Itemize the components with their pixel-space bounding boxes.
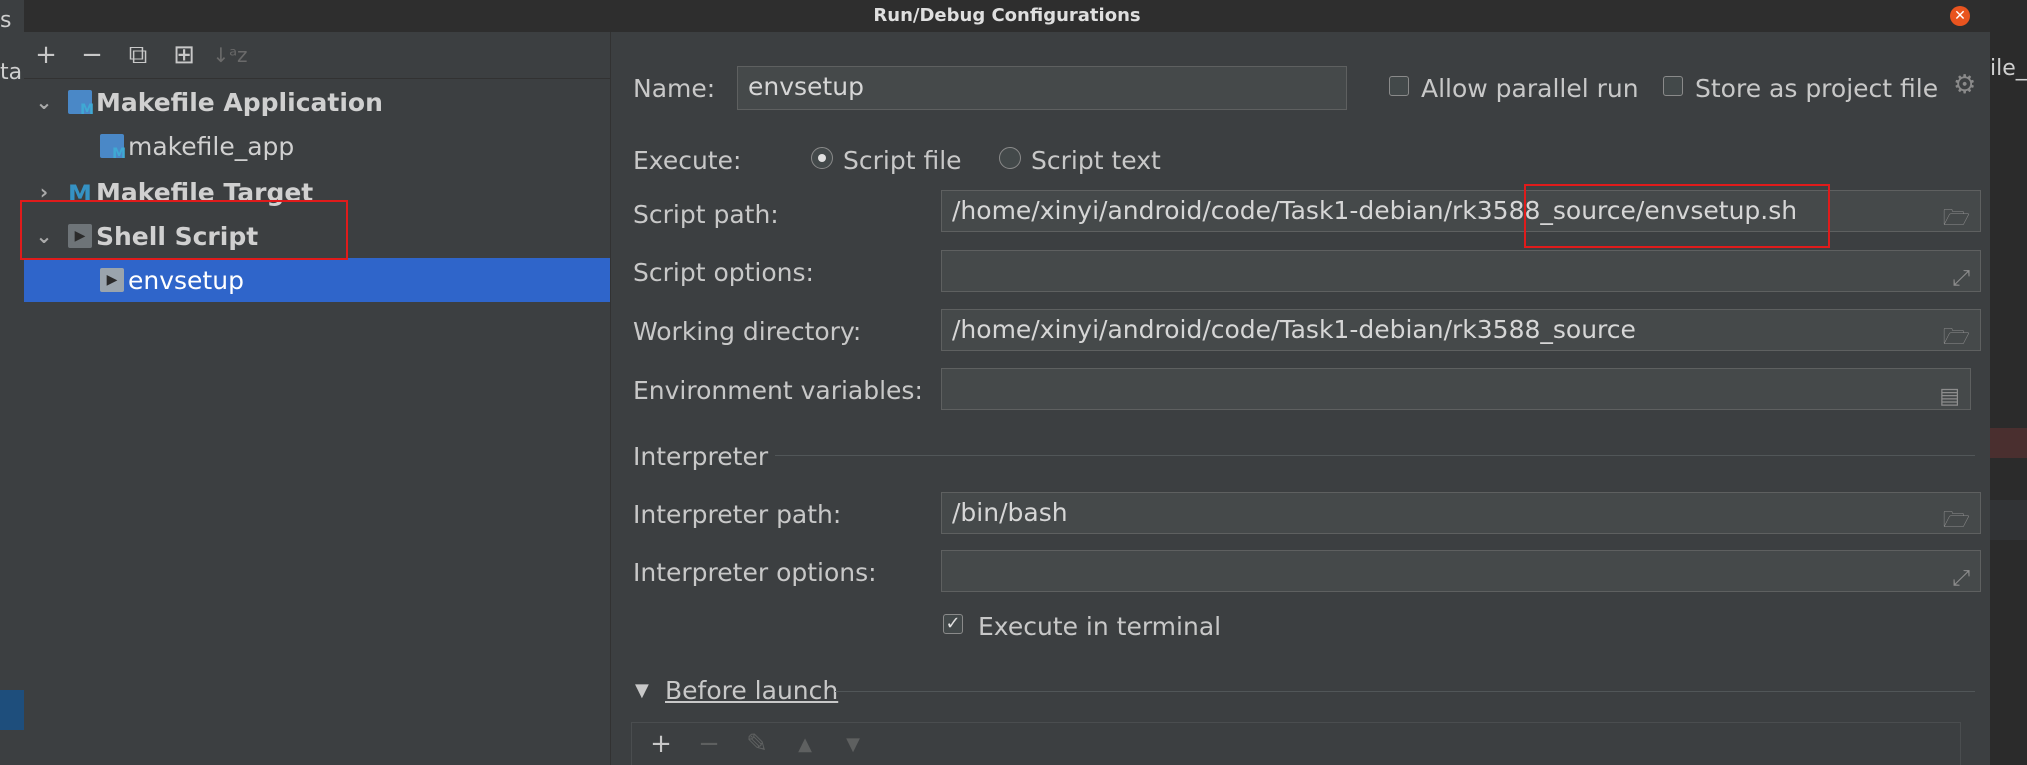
- triangle-down-icon[interactable]: ▼: [635, 680, 649, 701]
- makefile-icon: [100, 134, 126, 162]
- sort-icon[interactable]: ↓ᵃz: [212, 39, 247, 71]
- expand-icon[interactable]: ⤢: [1952, 559, 1970, 591]
- background-text-fragment: s: [0, 8, 12, 33]
- makefile-icon: [68, 90, 94, 118]
- tree-item-makefile-app[interactable]: makefile_app: [24, 124, 610, 168]
- interpreter-options-field[interactable]: ⤢: [941, 550, 1981, 592]
- section-divider: [835, 691, 1975, 692]
- folder-icon[interactable]: 🗁: [1943, 199, 1970, 231]
- name-field[interactable]: envsetup: [737, 66, 1347, 110]
- run-debug-dialog: Run/Debug Configurations ✕ + − ⧉ ⊞ ↓ᵃz ⌄…: [20, 0, 1990, 765]
- interpreter-options-label: Interpreter options:: [633, 558, 877, 587]
- add-icon[interactable]: +: [646, 729, 676, 759]
- move-up-icon[interactable]: ▲: [790, 734, 820, 755]
- background-editor-left: [0, 0, 24, 765]
- new-folder-icon[interactable]: ⊞: [168, 39, 200, 71]
- tree-item-label: Makefile Application: [96, 87, 383, 117]
- shell-script-icon: ▶: [100, 268, 124, 292]
- before-launch-toolbar: + − ✎ ▲ ▼: [631, 722, 1961, 765]
- execute-in-terminal-label[interactable]: Execute in terminal: [978, 612, 1221, 641]
- interpreter-path-field[interactable]: /bin/bash 🗁: [941, 492, 1981, 534]
- gear-icon[interactable]: ⚙: [1953, 70, 1976, 100]
- interpreter-section-title: Interpreter: [633, 442, 769, 471]
- script-file-radio[interactable]: [811, 147, 833, 169]
- chevron-down-icon[interactable]: ⌄: [34, 90, 54, 114]
- tree-toolbar: + − ⧉ ⊞ ↓ᵃz: [24, 32, 610, 79]
- move-down-icon[interactable]: ▼: [838, 734, 868, 755]
- working-directory-value: /home/xinyi/android/code/Task1-debian/rk…: [952, 315, 1636, 344]
- highlight-box-script-filename: [1524, 184, 1830, 248]
- remove-icon[interactable]: −: [76, 39, 108, 71]
- tree-item-makefile-application[interactable]: ⌄ Makefile Application: [24, 80, 610, 124]
- configuration-form: Name: envsetup Allow parallel run Store …: [611, 32, 1990, 765]
- before-launch-title[interactable]: Before launch: [665, 676, 838, 705]
- folder-icon[interactable]: 🗁: [1943, 501, 1970, 533]
- highlight-box-shell-script: [20, 200, 348, 260]
- tree-item-label: makefile_app: [128, 131, 295, 161]
- environment-variables-field[interactable]: ▤: [941, 368, 1971, 410]
- script-file-label[interactable]: Script file: [843, 146, 962, 175]
- add-icon[interactable]: +: [30, 39, 62, 71]
- background-editor-right: ile_: [1990, 0, 2027, 765]
- allow-parallel-run-checkbox[interactable]: [1389, 76, 1409, 96]
- execute-in-terminal-checkbox[interactable]: ✓: [943, 614, 963, 634]
- copy-icon[interactable]: ⧉: [122, 39, 154, 71]
- document-icon[interactable]: ▤: [1939, 377, 1960, 409]
- store-as-project-file-label[interactable]: Store as project file: [1695, 74, 1938, 103]
- configurations-tree-pane: + − ⧉ ⊞ ↓ᵃz ⌄ Makefile Application makef…: [24, 32, 611, 765]
- store-as-project-file-checkbox[interactable]: [1663, 76, 1683, 96]
- section-divider: [775, 455, 1975, 456]
- dialog-title: Run/Debug Configurations: [873, 5, 1141, 26]
- edit-icon[interactable]: ✎: [742, 729, 772, 759]
- interpreter-path-label: Interpreter path:: [633, 500, 842, 529]
- name-label: Name:: [633, 74, 716, 103]
- execute-label: Execute:: [633, 146, 742, 175]
- interpreter-path-value: /bin/bash: [952, 498, 1068, 527]
- script-path-label: Script path:: [633, 200, 779, 229]
- script-text-radio[interactable]: [999, 147, 1021, 169]
- remove-icon[interactable]: −: [694, 729, 724, 759]
- working-directory-field[interactable]: /home/xinyi/android/code/Task1-debian/rk…: [941, 309, 1981, 351]
- script-options-field[interactable]: ⤢: [941, 250, 1981, 292]
- environment-variables-label: Environment variables:: [633, 376, 923, 405]
- background-text-fragment: ile_: [1990, 56, 2027, 81]
- tree-item-envsetup[interactable]: ▶ envsetup: [24, 258, 610, 302]
- working-directory-label: Working directory:: [633, 317, 862, 346]
- tree-item-label: envsetup: [128, 265, 244, 295]
- script-text-label[interactable]: Script text: [1031, 146, 1161, 175]
- script-options-label: Script options:: [633, 258, 814, 287]
- dialog-titlebar: Run/Debug Configurations ✕: [24, 0, 1990, 32]
- close-button[interactable]: ✕: [1950, 6, 1970, 26]
- close-icon: ✕: [1954, 8, 1966, 24]
- background-text-fragment: ta: [0, 60, 23, 85]
- expand-icon[interactable]: ⤢: [1952, 259, 1970, 291]
- folder-icon[interactable]: 🗁: [1943, 318, 1970, 350]
- allow-parallel-run-label[interactable]: Allow parallel run: [1421, 74, 1639, 103]
